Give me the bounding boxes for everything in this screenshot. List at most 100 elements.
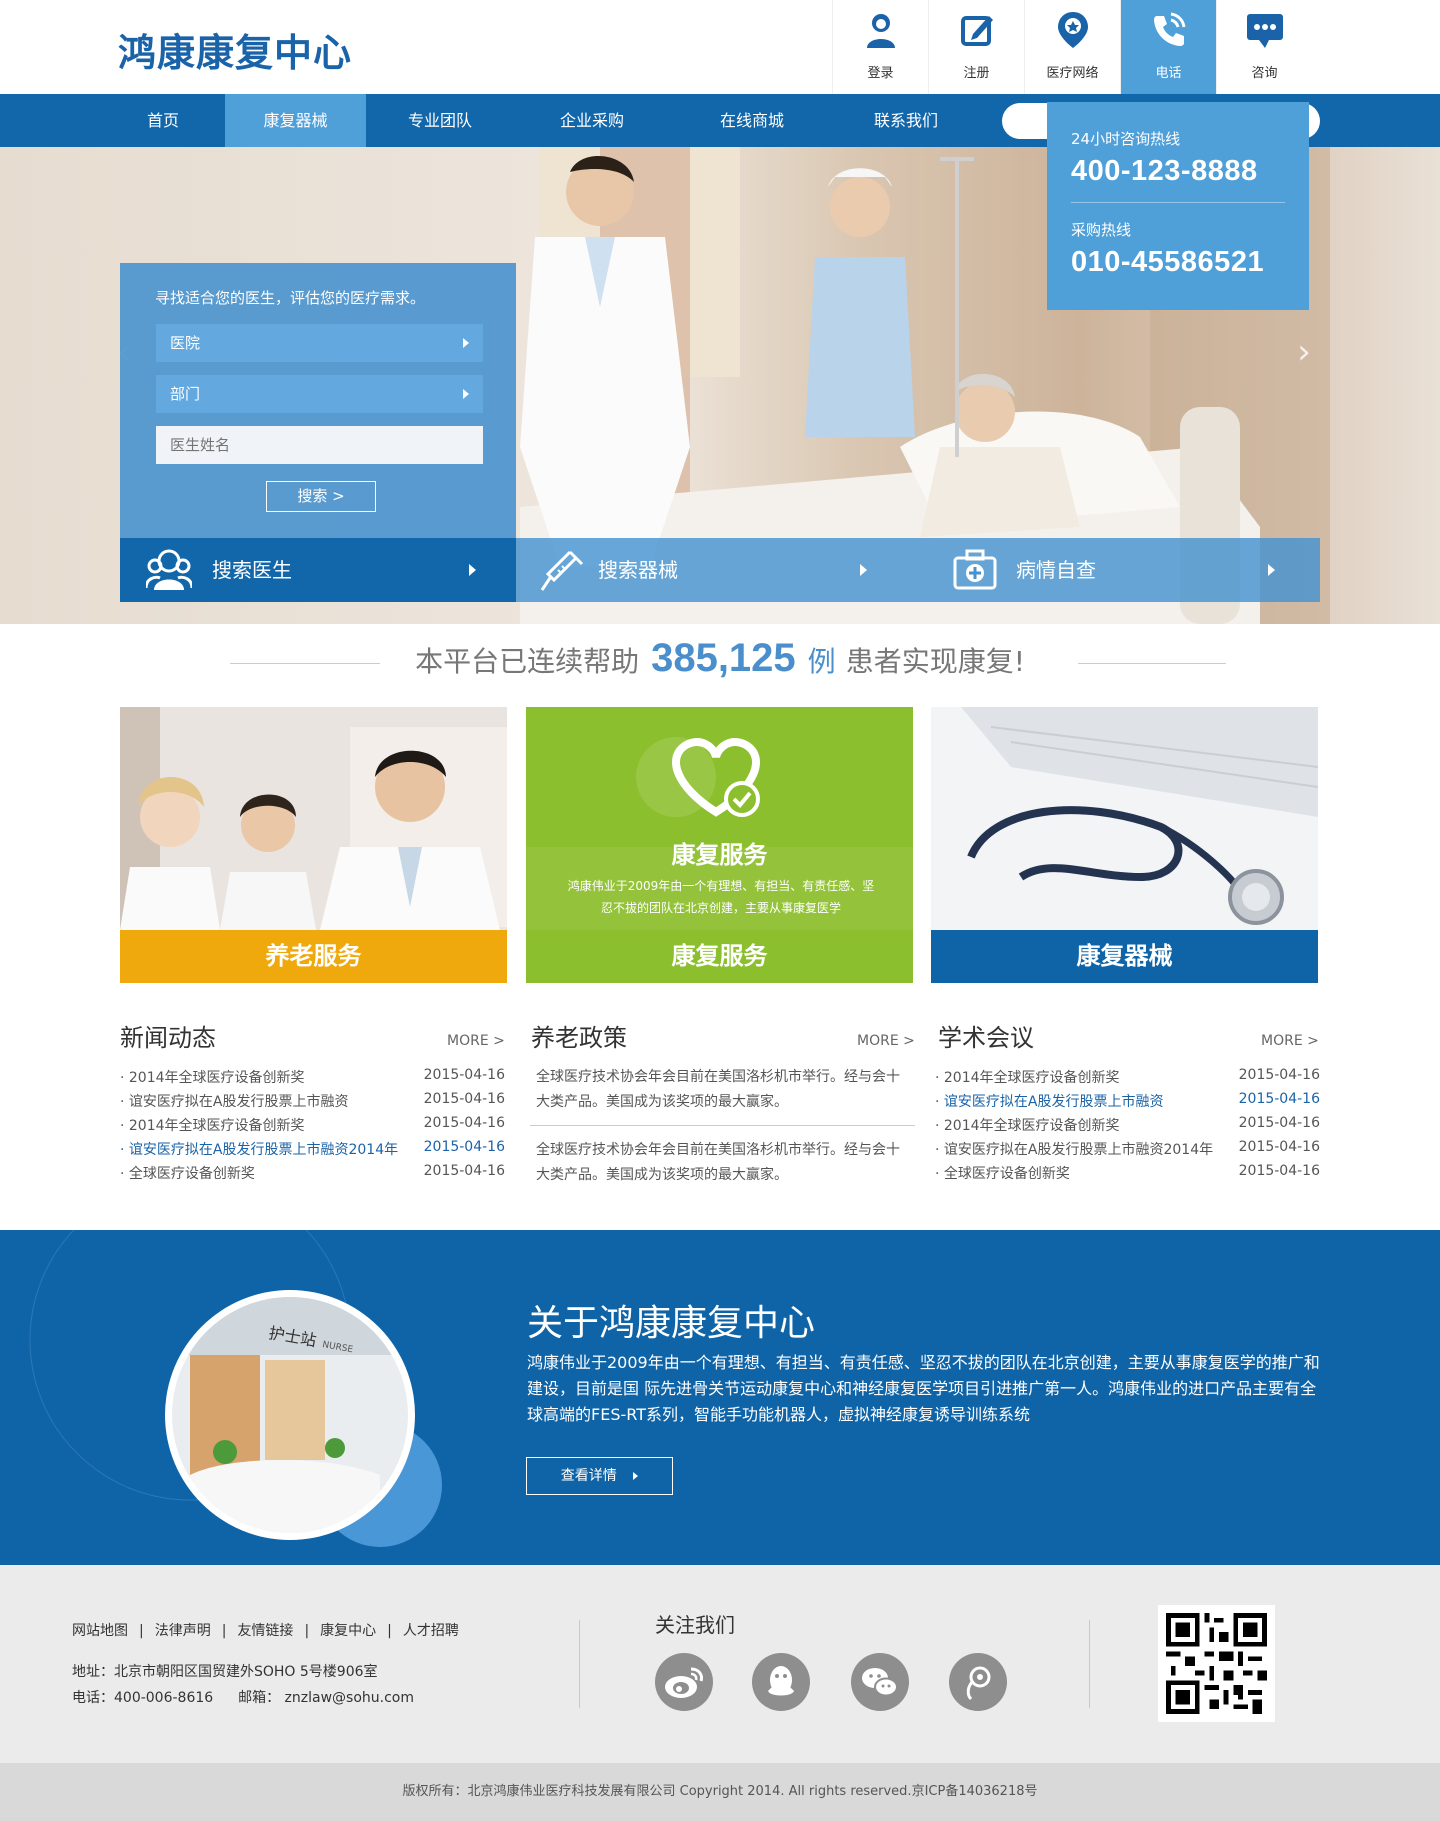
nav-item-contact[interactable]: 联系我们 bbox=[844, 94, 968, 147]
conference-more-link[interactable]: MORE > bbox=[1261, 1033, 1319, 1049]
stethoscope-photo bbox=[931, 707, 1318, 930]
news-item[interactable]: · 谊安医疗拟在A股发行股票上市融资2014年 2015-04-16 bbox=[120, 1139, 505, 1163]
stats-prefix: 本平台已连续帮助 bbox=[415, 645, 640, 678]
doctors-group-photo bbox=[120, 707, 507, 930]
news-item-date: 2015-04-16 bbox=[423, 1163, 505, 1179]
purchase-hotline-number[interactable]: 010-45586521 bbox=[1071, 246, 1285, 279]
footer-divider bbox=[1089, 1620, 1090, 1708]
edit-icon bbox=[960, 16, 993, 46]
logo[interactable]: 鸿康康复中心 bbox=[118, 22, 352, 77]
nav-item-online-mall[interactable]: 在线商城 bbox=[690, 94, 814, 147]
conference-item-title: · 谊安医疗拟在A股发行股票上市融资 bbox=[935, 1094, 1164, 1110]
consult-label: 咨询 bbox=[1251, 66, 1278, 81]
medical-network-button[interactable]: 医疗网络 bbox=[1024, 0, 1120, 94]
user-icon bbox=[866, 14, 895, 48]
card-rehab-equipment[interactable]: 康复器械 bbox=[931, 707, 1318, 983]
footer-links: 网站地图 | 法律声明 | 友情链接 | 康复中心 | 人才招聘 bbox=[72, 1620, 459, 1640]
about-section: 护士站 NURSE 关于鸿康康复中心 鸿康伟业于2009年由一个有理想、有担当、… bbox=[0, 1230, 1440, 1565]
doctor-name-input[interactable] bbox=[156, 426, 483, 464]
stats-unit: 例 bbox=[807, 645, 836, 678]
hero-next-arrow[interactable]: › bbox=[1292, 332, 1316, 372]
search-equipment-label: 搜索器械 bbox=[598, 558, 678, 582]
view-details-button[interactable]: 查看详情 bbox=[526, 1457, 673, 1495]
news-item-title: · 谊安医疗拟在A股发行股票上市融资2014年 bbox=[120, 1142, 399, 1158]
location-pin-icon bbox=[1057, 12, 1088, 48]
tencent-weibo-icon[interactable] bbox=[949, 1653, 1007, 1711]
news-list: · 2014年全球医疗设备创新奖 2015-04-16 · 谊安医疗拟在A股发行股… bbox=[120, 1067, 505, 1187]
nav-item-enterprise-purchase[interactable]: 企业采购 bbox=[530, 94, 654, 147]
card-rehab-service[interactable]: 康复服务 鸿康伟业于2009年由一个有理想、有担当、有责任感、坚忍不拔的团队在北… bbox=[526, 707, 913, 983]
footer-link-legal[interactable]: 法律声明 bbox=[155, 1623, 211, 1639]
footer-divider bbox=[579, 1620, 580, 1708]
phone-button[interactable]: 电话 bbox=[1120, 0, 1216, 94]
doctors-icon bbox=[146, 549, 192, 590]
conference-item[interactable]: · 2014年全球医疗设备创新奖 2015-04-16 bbox=[935, 1067, 1320, 1091]
conference-item-date: 2015-04-16 bbox=[1238, 1139, 1320, 1155]
news-item-date: 2015-04-16 bbox=[423, 1067, 505, 1083]
medical-kit-icon bbox=[953, 549, 997, 590]
about-title: 关于鸿康康复中心 bbox=[527, 1303, 816, 1344]
nav-item-home[interactable]: 首页 bbox=[112, 94, 214, 147]
news-item-title: · 2014年全球医疗设备创新奖 bbox=[120, 1118, 305, 1134]
conference-item-title: · 2014年全球医疗设备创新奖 bbox=[935, 1070, 1120, 1086]
footer-link-rehab-center[interactable]: 康复中心 bbox=[320, 1623, 376, 1639]
conference-item[interactable]: · 2014年全球医疗设备创新奖 2015-04-16 bbox=[935, 1115, 1320, 1139]
footer-email[interactable]: 邮箱： znzlaw@sohu.com bbox=[238, 1690, 414, 1706]
news-item[interactable]: · 2014年全球医疗设备创新奖 2015-04-16 bbox=[120, 1115, 505, 1139]
news-item-date: 2015-04-16 bbox=[423, 1139, 505, 1155]
department-select[interactable]: 部门 bbox=[156, 375, 483, 413]
rehab-overlay-text: 鸿康伟业于2009年由一个有理想、有担当、有责任感、坚忍不拔的团队在北京创建，主… bbox=[567, 879, 875, 915]
conference-item-title: · 全球医疗设备创新奖 bbox=[935, 1166, 1070, 1182]
search-equipment-link[interactable]: 搜索器械 bbox=[516, 538, 918, 602]
footer-link-friends[interactable]: 友情链接 bbox=[237, 1623, 293, 1639]
conference-item-date: 2015-04-16 bbox=[1238, 1067, 1320, 1083]
register-label: 注册 bbox=[963, 66, 990, 81]
footer-link-careers[interactable]: 人才招聘 bbox=[403, 1623, 459, 1639]
consult-button[interactable]: 咨询 bbox=[1216, 0, 1312, 94]
stats-suffix: 患者实现康复! bbox=[845, 645, 1025, 678]
news-title: 新闻动态 bbox=[120, 1024, 216, 1052]
nav-item-team[interactable]: 专业团队 bbox=[378, 94, 502, 147]
rehab-overlay-title: 康复服务 bbox=[671, 841, 768, 869]
policy-more-link[interactable]: MORE > bbox=[857, 1033, 915, 1049]
footer-contact: 地址：北京市朝阳区国贸建外SOHO 5号楼906室 电话：400-006-861… bbox=[72, 1659, 414, 1711]
conference-item[interactable]: · 谊安医疗拟在A股发行股票上市融资2014年 2015-04-16 bbox=[935, 1139, 1320, 1163]
footer-link-sitemap[interactable]: 网站地图 bbox=[72, 1623, 128, 1639]
policy-title: 养老政策 bbox=[531, 1024, 627, 1052]
hotline-number[interactable]: 400-123-8888 bbox=[1071, 155, 1285, 188]
policy-divider bbox=[530, 1125, 915, 1126]
hotline-divider bbox=[1071, 202, 1285, 203]
conference-item[interactable]: · 谊安医疗拟在A股发行股票上市融资 2015-04-16 bbox=[935, 1091, 1320, 1115]
login-button[interactable]: 登录 bbox=[832, 0, 928, 94]
news-item[interactable]: · 全球医疗设备创新奖 2015-04-16 bbox=[120, 1163, 505, 1187]
conference-title: 学术会议 bbox=[938, 1024, 1034, 1052]
triangle-right-icon bbox=[469, 564, 476, 576]
card-elderly-care[interactable]: 养老服务 bbox=[120, 707, 507, 983]
doctor-search-panel: 寻找适合您的医生，评估您的医疗需求。 医院 部门 搜索 > bbox=[120, 263, 516, 538]
hotline-label: 24小时咨询热线 bbox=[1071, 130, 1181, 148]
news-more-link[interactable]: MORE > bbox=[447, 1033, 505, 1049]
news-item[interactable]: · 谊安医疗拟在A股发行股票上市融资 2015-04-16 bbox=[120, 1091, 505, 1115]
purchase-hotline-label: 采购热线 bbox=[1071, 221, 1132, 239]
about-text: 鸿康伟业于2009年由一个有理想、有担当、有责任感、坚忍不拔的团队在北京创建，主… bbox=[527, 1353, 1320, 1424]
search-doctor-label: 搜索医生 bbox=[212, 558, 292, 582]
copyright: 版权所有：北京鸿康伟业医疗科技发展有限公司 Copyright 2014. Al… bbox=[0, 1763, 1440, 1821]
search-button[interactable]: 搜索 > bbox=[266, 481, 376, 512]
syringe-icon bbox=[540, 550, 584, 591]
hospital-select[interactable]: 医院 bbox=[156, 324, 483, 362]
weibo-icon[interactable] bbox=[655, 1653, 713, 1711]
self-diagnosis-link[interactable]: 病情自查 bbox=[918, 538, 1320, 602]
conference-item[interactable]: · 全球医疗设备创新奖 2015-04-16 bbox=[935, 1163, 1320, 1187]
register-button[interactable]: 注册 bbox=[928, 0, 1024, 94]
policy-item[interactable]: 全球医疗技术协会年会目前在美国洛杉机市举行。经与会十大类产品。美国成为该奖项的最… bbox=[530, 1065, 915, 1125]
news-item[interactable]: · 2014年全球医疗设备创新奖 2015-04-16 bbox=[120, 1067, 505, 1091]
footer: 网站地图 | 法律声明 | 友情链接 | 康复中心 | 人才招聘 地址：北京市朝阳区国贸建外SO… bbox=[0, 1565, 1440, 1763]
qq-icon[interactable] bbox=[752, 1653, 810, 1711]
chat-icon bbox=[1246, 14, 1283, 48]
phone-label: 电话 bbox=[1155, 66, 1182, 81]
nav-item-rehab-equipment[interactable]: 康复器械 bbox=[225, 94, 366, 147]
wechat-icon[interactable] bbox=[851, 1653, 909, 1711]
policy-item[interactable]: 全球医疗技术协会年会目前在美国洛杉机市举行。经与会十大类产品。美国成为该奖项的最… bbox=[530, 1138, 915, 1198]
search-doctor-link[interactable]: 搜索医生 bbox=[120, 538, 516, 602]
news-item-title: · 2014年全球医疗设备创新奖 bbox=[120, 1070, 305, 1086]
